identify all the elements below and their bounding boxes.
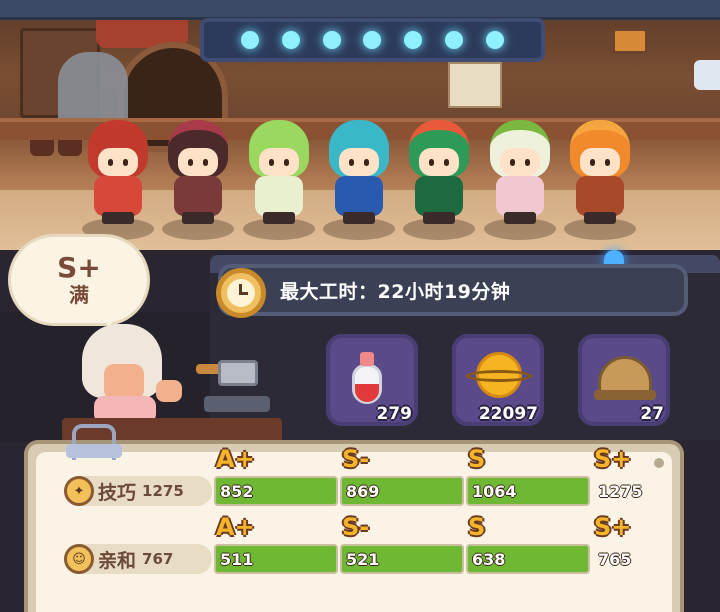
side-pin-icon[interactable] [694,60,720,90]
indicator-light [282,31,301,49]
stat-bar-value: 511 [220,550,254,569]
stat-total: 767 [142,550,174,568]
stat-bar-value: 869 [346,482,380,501]
full-status-label: 满 [69,283,89,307]
stat-bar: 521 [340,544,464,574]
item-slot-planet[interactable]: 22097 [452,334,544,426]
stat-total: 1275 [142,482,184,500]
character-1[interactable] [78,112,156,242]
character-lineup [78,112,638,242]
item-slot-helmet[interactable]: 27 [578,334,670,426]
grade-label: S [468,445,486,473]
stat-bar: 765 [592,544,672,574]
item-slot-potion[interactable]: 279 [326,334,418,426]
stat-bar-value: 852 [220,482,254,501]
stat-name-skill: ✦ 技巧 1275 [64,476,212,506]
indicator-light-bar [200,18,545,62]
item-count: 279 [376,404,413,424]
stat-bar-value: 1275 [598,482,643,501]
clock-icon [216,268,266,318]
character-3[interactable] [239,112,317,242]
indicator-light [485,31,504,49]
stat-bar: 1275 [592,476,672,506]
affinity-icon: ☺ [64,544,94,574]
hammer-anvil-icon [190,352,274,412]
character-5[interactable] [399,112,477,242]
stat-bar: 1064 [466,476,590,506]
character-2[interactable] [158,112,236,242]
grade-label: S+ [594,513,632,541]
character-7[interactable] [560,112,638,242]
planet-icon [466,348,532,404]
stat-label: 技巧 [98,481,137,504]
stat-bar: 869 [340,476,464,506]
grade-label: A+ [216,513,255,541]
stat-bar-value: 765 [598,550,632,569]
stat-bar-value: 1064 [472,482,517,501]
grade-label: S+ [594,445,632,473]
indicator-light [404,31,423,49]
stat-row-affinity: ☺ 亲和 767 A+ S- S S+ 511 521 638 765 [64,514,674,578]
max-work-hours-label: 最大工时：22小时19分钟 [280,280,511,303]
indicator-light [363,31,382,49]
max-work-hours-bar: 最大工时：22小时19分钟 [216,264,688,318]
indicator-light [444,31,463,49]
top-frame [0,0,720,20]
stat-name-affinity: ☺ 亲和 767 [64,544,212,574]
stat-bar: 852 [214,476,338,506]
grade-label: S [468,513,486,541]
grade-label: S- [342,513,370,541]
rank-speech-bubble: S+ 满 [8,234,150,327]
old-smith-npc[interactable] [74,324,194,424]
wall-lamp [612,28,648,54]
indicator-light [322,31,341,49]
character-6[interactable] [480,112,558,242]
indicator-light [241,31,260,49]
skill-icon: ✦ [64,476,94,506]
potion-icon [348,350,384,406]
grade-label: S- [342,445,370,473]
stat-label: 亲和 [98,549,137,572]
stat-bar: 638 [466,544,590,574]
rank-label: S+ [57,251,101,284]
stat-bar: 511 [214,544,338,574]
item-count: 27 [640,404,664,424]
grade-label: A+ [216,445,255,473]
wall-poster [448,62,502,108]
stat-bar-value: 638 [472,550,506,569]
character-4[interactable] [319,112,397,242]
stat-row-skill: ✦ 技巧 1275 A+ S- S S+ 852 869 1064 1275 [64,446,674,510]
helmet-icon [592,352,656,408]
item-count: 22097 [478,404,538,424]
stat-bar-value: 521 [346,550,380,569]
